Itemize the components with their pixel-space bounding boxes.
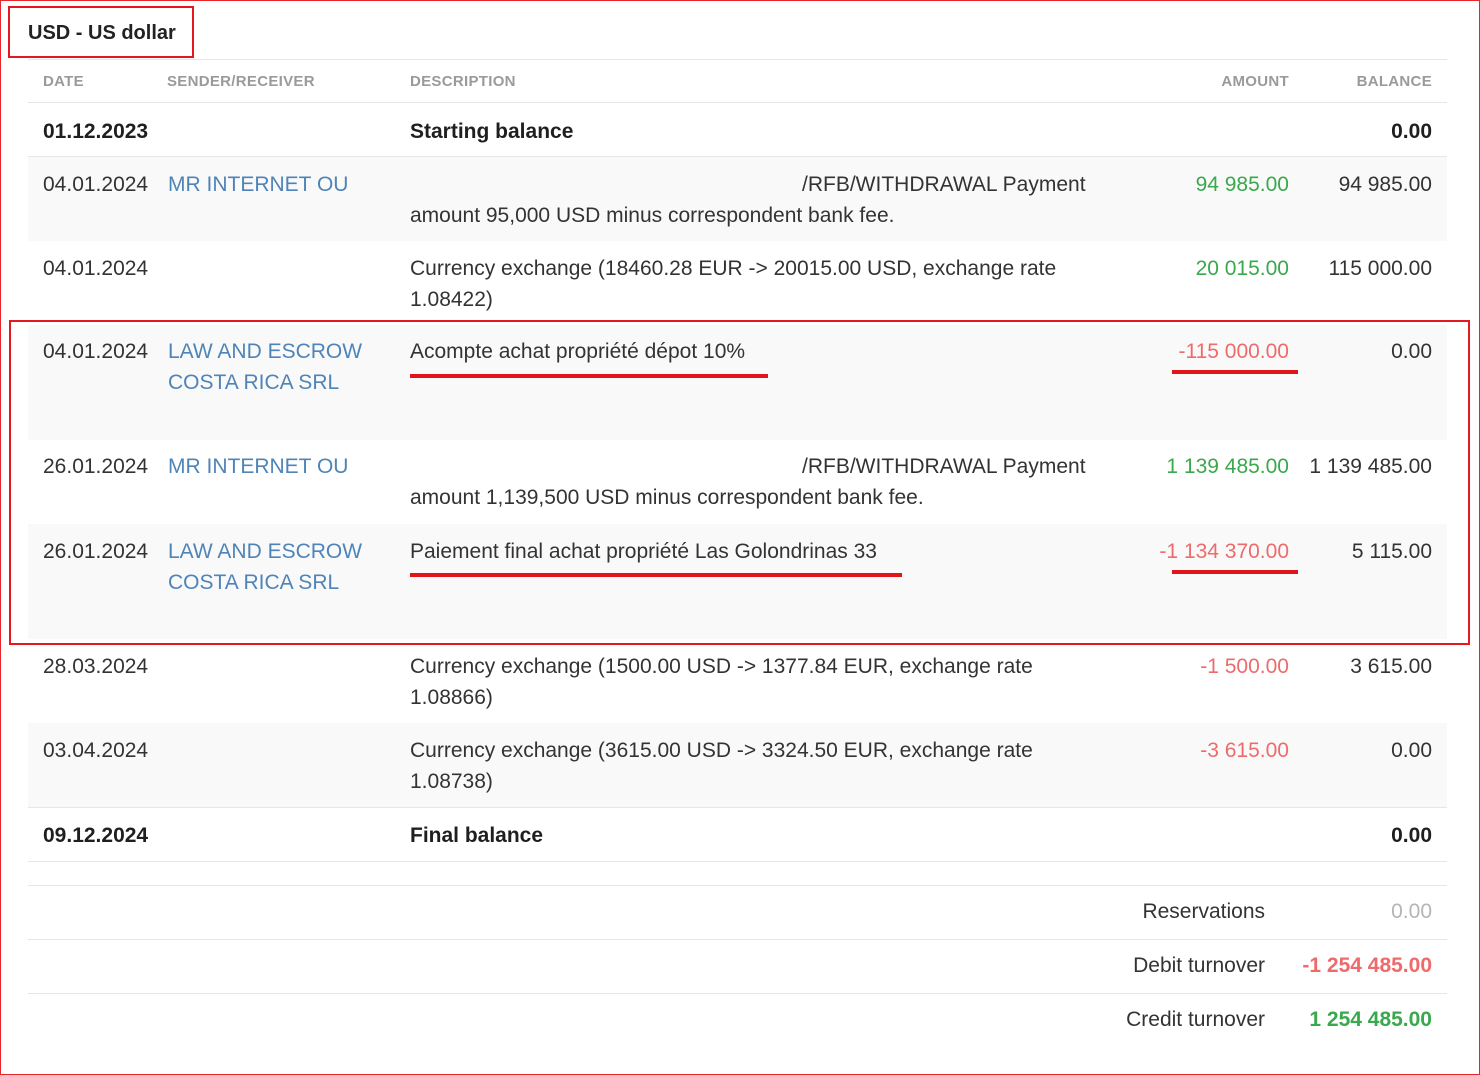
credit-turnover-value: 1 254 485.00 — [1309, 1008, 1432, 1031]
final-label: Final balance — [410, 824, 544, 847]
tx-description: Currency exchange (3615.00 USD -> 3324.5… — [410, 739, 1033, 793]
underline-annotation — [1172, 570, 1298, 574]
tx-amount: -1 500.00 — [1200, 655, 1289, 678]
header-sender-receiver: SENDER/RECEIVER — [167, 73, 315, 90]
tx-description: Currency exchange (18460.28 EUR -> 20015… — [410, 257, 1057, 311]
divider — [28, 993, 1447, 994]
start-date: 01.12.2023 — [43, 120, 149, 143]
table-row: 04.01.2024 MR INTERNET OU /RFB/WITHDRAWA… — [28, 157, 1447, 241]
tx-date: 03.04.2024 — [43, 739, 149, 762]
start-balance: 0.00 — [1391, 120, 1432, 143]
tx-balance: 94 985.00 — [1338, 173, 1432, 196]
credit-turnover-label: Credit turnover — [1126, 1008, 1265, 1031]
debit-turnover-label: Debit turnover — [1133, 954, 1265, 977]
table-row: 04.01.2024 Currency exchange (18460.28 E… — [28, 241, 1447, 325]
header-description: DESCRIPTION — [410, 73, 516, 90]
starting-balance-row: 01.12.2023 Starting balance 0.00 — [28, 103, 1447, 156]
tx-amount: 20 015.00 — [1195, 257, 1289, 280]
tx-amount: 94 985.00 — [1195, 173, 1289, 196]
tx-date: 28.03.2024 — [43, 655, 149, 678]
divider — [28, 885, 1447, 886]
tx-party-link[interactable]: MR INTERNET OU — [168, 169, 388, 200]
start-label: Starting balance — [410, 120, 574, 143]
divider — [28, 59, 1447, 60]
underline-annotation — [410, 374, 768, 378]
divider — [28, 861, 1447, 862]
final-balance-row: 09.12.2024 Final balance 0.00 — [28, 808, 1447, 861]
reservations-value: 0.00 — [1391, 900, 1432, 923]
tx-description: /RFB/WITHDRAWAL Payment amount 95,000 US… — [410, 173, 1086, 227]
header-date: DATE — [43, 73, 84, 90]
table-row: 03.04.2024 Currency exchange (3615.00 US… — [28, 723, 1447, 807]
debit-turnover-value: -1 254 485.00 — [1302, 954, 1432, 977]
final-balance: 0.00 — [1391, 824, 1432, 847]
tx-amount: -3 615.00 — [1200, 739, 1289, 762]
tx-description: Currency exchange (1500.00 USD -> 1377.8… — [410, 655, 1033, 709]
final-date: 09.12.2024 — [43, 824, 149, 847]
tx-date: 04.01.2024 — [43, 173, 149, 196]
currency-section-title: USD - US dollar — [28, 22, 176, 44]
tx-balance: 3 615.00 — [1350, 655, 1432, 678]
highlight-box — [9, 320, 1470, 645]
table-row: 28.03.2024 Currency exchange (1500.00 US… — [28, 639, 1447, 723]
reservations-label: Reservations — [1142, 900, 1265, 923]
underline-annotation — [1172, 370, 1298, 374]
header-amount: AMOUNT — [1221, 73, 1289, 90]
tx-balance: 0.00 — [1391, 739, 1432, 762]
header-balance: BALANCE — [1356, 73, 1432, 90]
tx-date: 04.01.2024 — [43, 257, 149, 280]
underline-annotation — [410, 573, 902, 577]
divider — [28, 939, 1447, 940]
tx-balance: 115 000.00 — [1328, 257, 1432, 280]
